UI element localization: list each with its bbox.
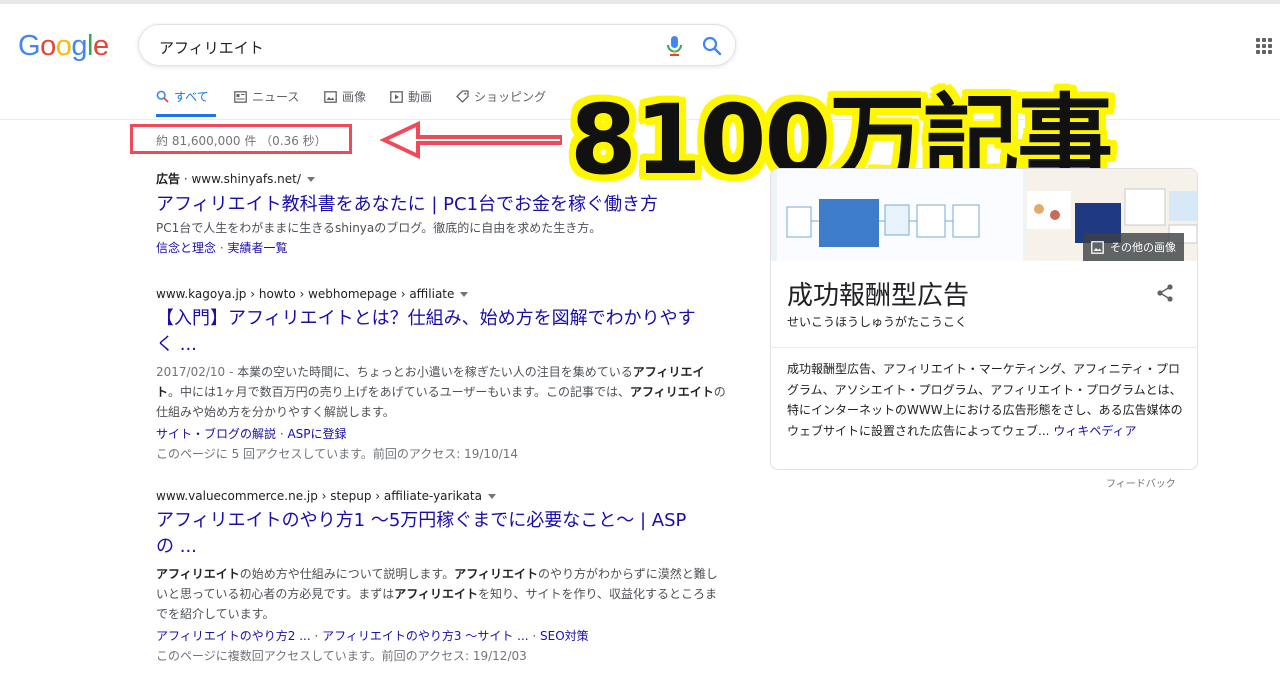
result-date: 2017/02/10 - — [156, 365, 238, 379]
tab-images[interactable]: 画像 — [324, 88, 366, 105]
more-images-button[interactable]: その他の画像 — [1083, 233, 1184, 261]
browser-top-edge — [0, 0, 1280, 4]
result-snippet: アフィリエイトの始め方や仕組みについて説明します。アフィリエイトのやり方がわから… — [156, 564, 726, 624]
image-icon — [1091, 240, 1104, 254]
chevron-down-icon[interactable] — [487, 494, 496, 499]
result-sitelinks: アフィリエイトのやり方2 ... · アフィリエイトのやり方3 〜サイト ...… — [156, 629, 589, 643]
wikipedia-link[interactable]: ウィキペディア — [1053, 424, 1136, 438]
visit-history: このページに 5 回アクセスしています。前回のアクセス: 19/10/14 — [156, 447, 519, 461]
more-images-label: その他の画像 — [1110, 241, 1176, 254]
sitelink[interactable]: 信念と理念 — [156, 241, 216, 255]
video-icon — [390, 90, 403, 103]
diagram-thumbnail[interactable] — [777, 169, 1023, 261]
chevron-down-icon[interactable] — [460, 292, 469, 297]
sitelink[interactable]: サイト・ブログの解説 — [156, 427, 276, 441]
result-sitelinks: 信念と理念 · 実績者一覧 — [156, 241, 288, 255]
knowledge-panel-reading: せいこうほうしゅうがたこうこく — [787, 315, 968, 329]
snippet-keyword: アフィリエイト — [454, 567, 538, 581]
visit-history: このページに複数回アクセスしています。前回のアクセス: 19/12/03 — [156, 649, 527, 663]
tab-news[interactable]: ニュース — [234, 88, 299, 105]
knowledge-panel: その他の画像 成功報酬型広告 せいこうほうしゅうがたこうこく 成功報酬型広告、ア… — [770, 168, 1198, 470]
divider — [771, 347, 1197, 348]
cite-url: www.valuecommerce.ne.jp › stepup › affil… — [156, 489, 482, 503]
sitelink[interactable]: SEO対策 — [540, 629, 589, 643]
snippet-text: 。中には1ヶ月で数百万円の売り上げをあげているユーザーもいます。この記事では、 — [168, 385, 630, 399]
tab-label: すべて — [174, 90, 209, 104]
snippet-text: の始め方や仕組みについて説明します。 — [239, 567, 455, 581]
tab-label: ニュース — [252, 90, 300, 104]
title-line: く ... — [156, 334, 197, 355]
google-logo[interactable]: Google — [18, 30, 109, 63]
search-icon — [156, 90, 169, 103]
tab-all[interactable]: すべて — [156, 88, 209, 105]
snippet-keyword: アフィリエイト — [394, 587, 478, 601]
logo-letter: o — [40, 30, 56, 62]
sitelink[interactable]: アフィリエイトのやり方2 ... — [156, 629, 311, 643]
result-title[interactable]: アフィリエイト教科書をあなたに | PC1台でお金を稼ぐ働き方 — [156, 192, 726, 218]
cite-url: · www.shinyafs.net/ — [183, 172, 301, 186]
sitelink[interactable]: ASPに登録 — [287, 427, 346, 441]
share-icon[interactable] — [1155, 283, 1175, 303]
result-sitelinks: サイト・ブログの解説 · ASPに登録 — [156, 427, 347, 441]
tab-label: 画像 — [342, 90, 367, 104]
result-cite[interactable]: 広告 · www.shinyafs.net/ — [156, 170, 726, 187]
left-arrow-icon — [380, 120, 562, 160]
snippet-text: 本業の空いた時間に、ちょっとお小遣いを稼ぎたい人の注目を集めている — [237, 365, 633, 379]
result-cite[interactable]: www.valuecommerce.ne.jp › stepup › affil… — [156, 489, 726, 503]
ad-label: 広告 — [156, 172, 181, 186]
search-result: www.kagoya.jp › howto › webhomepage › af… — [156, 287, 726, 464]
result-snippet: 2017/02/10 - 本業の空いた時間に、ちょっとお小遣いを稼ぎたい人の注目… — [156, 362, 726, 422]
sitelink[interactable]: アフィリエイトのやり方3 〜サイト ... — [322, 629, 528, 643]
active-tab-indicator — [156, 114, 216, 117]
snippet-keyword: アフィリエイト — [156, 567, 240, 581]
sitelink[interactable]: 実績者一覧 — [227, 241, 287, 255]
title-line: 【入門】アフィリエイトとは？仕組み、始め方を図解でわかりやす — [156, 308, 696, 329]
title-line: の ... — [156, 536, 197, 557]
apps-grid-icon[interactable] — [1256, 38, 1272, 54]
result-title[interactable]: 【入門】アフィリエイトとは？仕組み、始め方を図解でわかりやすく ... — [156, 306, 726, 358]
knowledge-panel-title: 成功報酬型広告 — [787, 281, 970, 311]
knowledge-panel-description: 成功報酬型広告、アフィリエイト・マーケティング、アフィニティ・プログラム、アソシ… — [787, 359, 1187, 441]
result-title[interactable]: アフィリエイトのやり方1 〜5万円稼ぐまでに必要なこと〜 | ASP の ... — [156, 508, 726, 560]
logo-letter: G — [18, 30, 41, 62]
tab-label: 動画 — [408, 90, 433, 104]
logo-letter: e — [92, 30, 109, 62]
result-cite[interactable]: www.kagoya.jp › howto › webhomepage › af… — [156, 287, 726, 301]
snippet-keyword: アフィリエイト — [629, 385, 714, 399]
chevron-down-icon[interactable] — [306, 177, 315, 182]
highlight-box — [130, 124, 352, 154]
feedback-link[interactable]: フィードバック — [1106, 475, 1176, 490]
title-line: アフィリエイトのやり方1 〜5万円稼ぐまでに必要なこと〜 | ASP — [156, 510, 687, 531]
search-input[interactable] — [157, 35, 641, 59]
result-snippet: PC1台で人生をわがままに生きるshinyaのブログ。徹底的に自由を求めた生き方… — [156, 221, 602, 235]
search-icon[interactable] — [701, 35, 723, 57]
cite-url: www.kagoya.jp › howto › webhomepage › af… — [156, 287, 455, 301]
tab-label: ショッピング — [474, 90, 547, 104]
logo-letter: g — [71, 30, 87, 62]
tag-icon — [456, 90, 469, 103]
search-box[interactable] — [138, 24, 736, 66]
news-icon — [234, 90, 247, 103]
knowledge-panel-images[interactable]: その他の画像 — [771, 169, 1197, 261]
tab-shopping[interactable]: ショッピング — [456, 88, 546, 105]
logo-letter: o — [55, 30, 72, 62]
search-result-ad: 広告 · www.shinyafs.net/ アフィリエイト教科書をあなたに |… — [156, 170, 726, 258]
microphone-icon[interactable] — [665, 35, 685, 57]
tab-videos[interactable]: 動画 — [390, 88, 432, 105]
image-icon — [324, 90, 337, 103]
search-result: www.valuecommerce.ne.jp › stepup › affil… — [156, 489, 726, 666]
